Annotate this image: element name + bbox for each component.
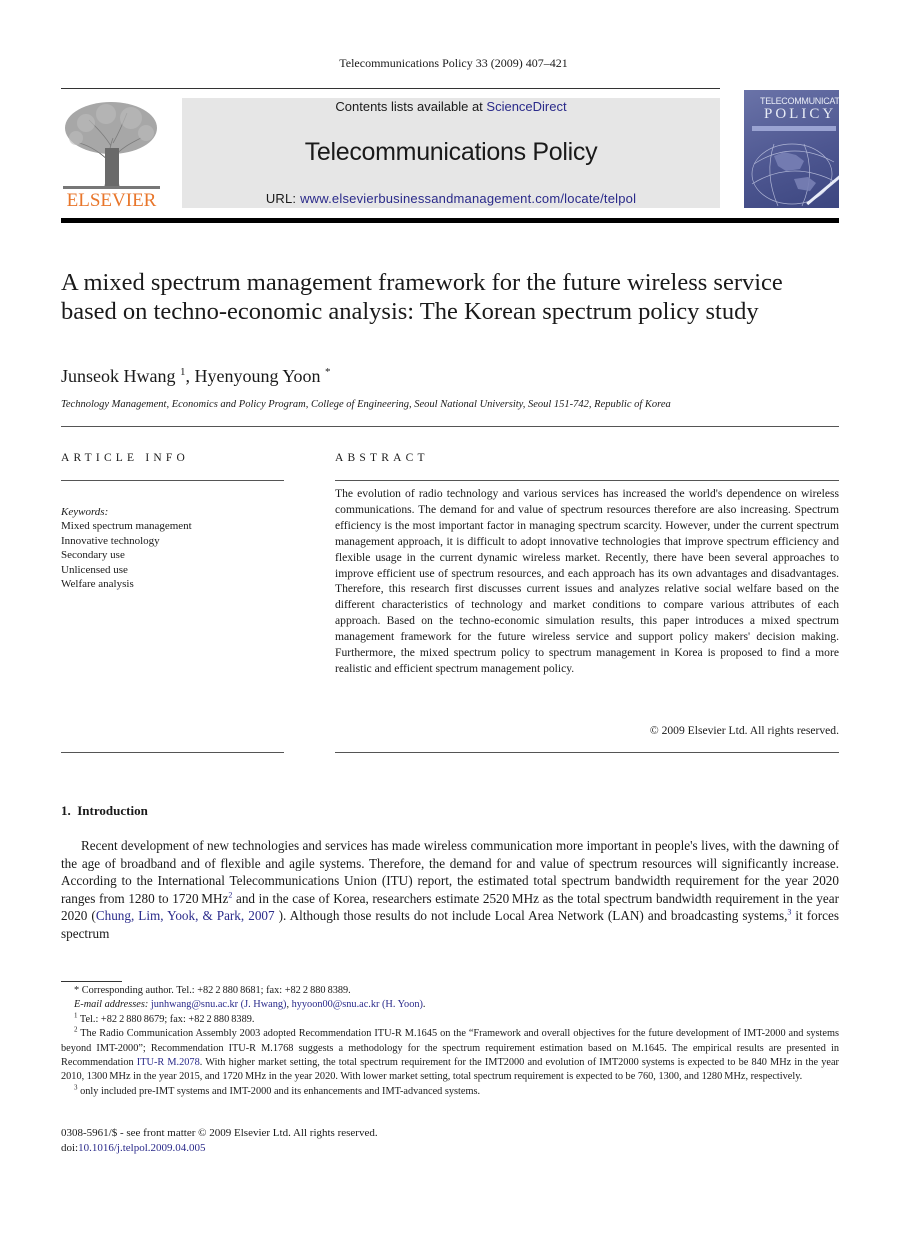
intro-text-segment: ). Although those results do not include… — [274, 908, 788, 924]
email-link[interactable]: junhwang@snu.ac.kr (J. Hwang) — [151, 999, 287, 1010]
article-title: A mixed spectrum management framework fo… — [61, 269, 783, 325]
journal-url-line: URL: www.elsevierbusinessandmanagement.c… — [182, 191, 720, 206]
globe-map-icon — [751, 143, 837, 207]
journal-url-link[interactable]: www.elsevierbusinessandmanagement.com/lo… — [300, 191, 636, 206]
keyword-item: Unlicensed use — [61, 563, 128, 576]
section-heading-introduction: 1. Introduction — [61, 803, 148, 818]
running-head: Telecommunications Policy 33 (2009) 407–… — [339, 56, 568, 70]
header-rule — [61, 88, 720, 89]
masthead-thick-rule — [61, 218, 839, 223]
cover-title-line1: TELECOMMUNICATIONS — [760, 96, 839, 106]
footnote-text: Tel.: +82 2 880 8679; fax: +82 2 880 838… — [77, 1013, 255, 1025]
abstract-bottom-rule — [335, 752, 839, 753]
author-separator: , — [185, 366, 195, 386]
itu-recommendation-link[interactable]: ITU-R M.2078 — [137, 1057, 200, 1068]
abstract-rule — [335, 480, 839, 481]
footnote-corresponding: * Corresponding author. Tel.: +82 2 880 … — [74, 985, 351, 996]
email-label: E-mail addresses: — [74, 999, 151, 1011]
journal-cover-image: TELECOMMUNICATIONS POLICY — [744, 90, 839, 208]
front-matter: 0308-5961/$ - see front matter © 2009 El… — [61, 1126, 378, 1155]
journal-name: Telecommunications Policy — [304, 138, 598, 166]
doi-link[interactable]: 10.1016/j.telpol.2009.04.005 — [78, 1142, 205, 1154]
contents-prefix: Contents lists available at — [335, 99, 487, 114]
author-list: Junseok Hwang 1, Hyenyoung Yoon * — [61, 366, 331, 387]
footnote-text: only included pre-IMT systems and IMT-20… — [77, 1085, 481, 1097]
email-link[interactable]: hyyoon00@snu.ac.kr (H. Yoon) — [292, 999, 423, 1010]
sciencedirect-link[interactable]: ScienceDirect — [486, 99, 566, 114]
citation-link[interactable]: Chung, Lim, Yook, & Park, 2007 — [96, 908, 275, 923]
keywords-block: Keywords: Mixed spectrum management Inno… — [61, 505, 192, 591]
keyword-item: Innovative technology — [61, 534, 160, 547]
footnote-3: 3 only included pre-IMT systems and IMT-… — [61, 1084, 839, 1099]
elsevier-wordmark: ELSEVIER — [66, 190, 157, 211]
footnote-2: 2 The Radio Communication Assembly 2003 … — [61, 1026, 839, 1085]
issn-line: 0308-5961/$ - see front matter © 2009 El… — [61, 1127, 378, 1139]
introduction-paragraph: Recent development of new technologies a… — [61, 837, 839, 943]
article-info-heading: ARTICLE INFO — [61, 452, 189, 464]
email-end: . — [422, 999, 426, 1011]
footnotes-block: * Corresponding author. Tel.: +82 2 880 … — [61, 984, 839, 1099]
author-name[interactable]: Junseok Hwang — [61, 366, 176, 386]
abstract-copyright: © 2009 Elsevier Ltd. All rights reserved… — [649, 724, 839, 737]
url-prefix: URL: — [265, 191, 301, 206]
doi-prefix: doi: — [61, 1141, 79, 1154]
author-affiliation: Technology Management, Economics and Pol… — [61, 399, 671, 410]
contents-available-line: Contents lists available at ScienceDirec… — [182, 99, 720, 114]
footnote-1: 1 Tel.: +82 2 880 8679; fax: +82 2 880 8… — [61, 1012, 839, 1027]
section-divider — [61, 426, 839, 427]
author-name[interactable]: Hyenyoung Yoon — [195, 366, 321, 386]
article-info-rule — [61, 480, 284, 481]
footnote-rule — [61, 981, 122, 982]
cover-title-line2: POLICY — [764, 106, 837, 122]
abstract-heading: ABSTRACT — [335, 452, 429, 464]
abstract-text: The evolution of radio technology and va… — [335, 487, 839, 675]
keywords-label: Keywords: — [61, 506, 109, 518]
cover-band — [752, 126, 836, 131]
corresponding-author-mark[interactable]: * — [325, 366, 331, 378]
doi-line: doi:10.1016/j.telpol.2009.04.005 — [61, 1141, 378, 1156]
keyword-item: Mixed spectrum management — [61, 520, 192, 533]
keyword-item: Welfare analysis — [61, 578, 134, 591]
article-info-bottom-rule — [61, 752, 284, 753]
footnote-emails: E-mail addresses: junhwang@snu.ac.kr (J.… — [61, 998, 839, 1012]
keyword-item: Secondary use — [61, 549, 125, 562]
